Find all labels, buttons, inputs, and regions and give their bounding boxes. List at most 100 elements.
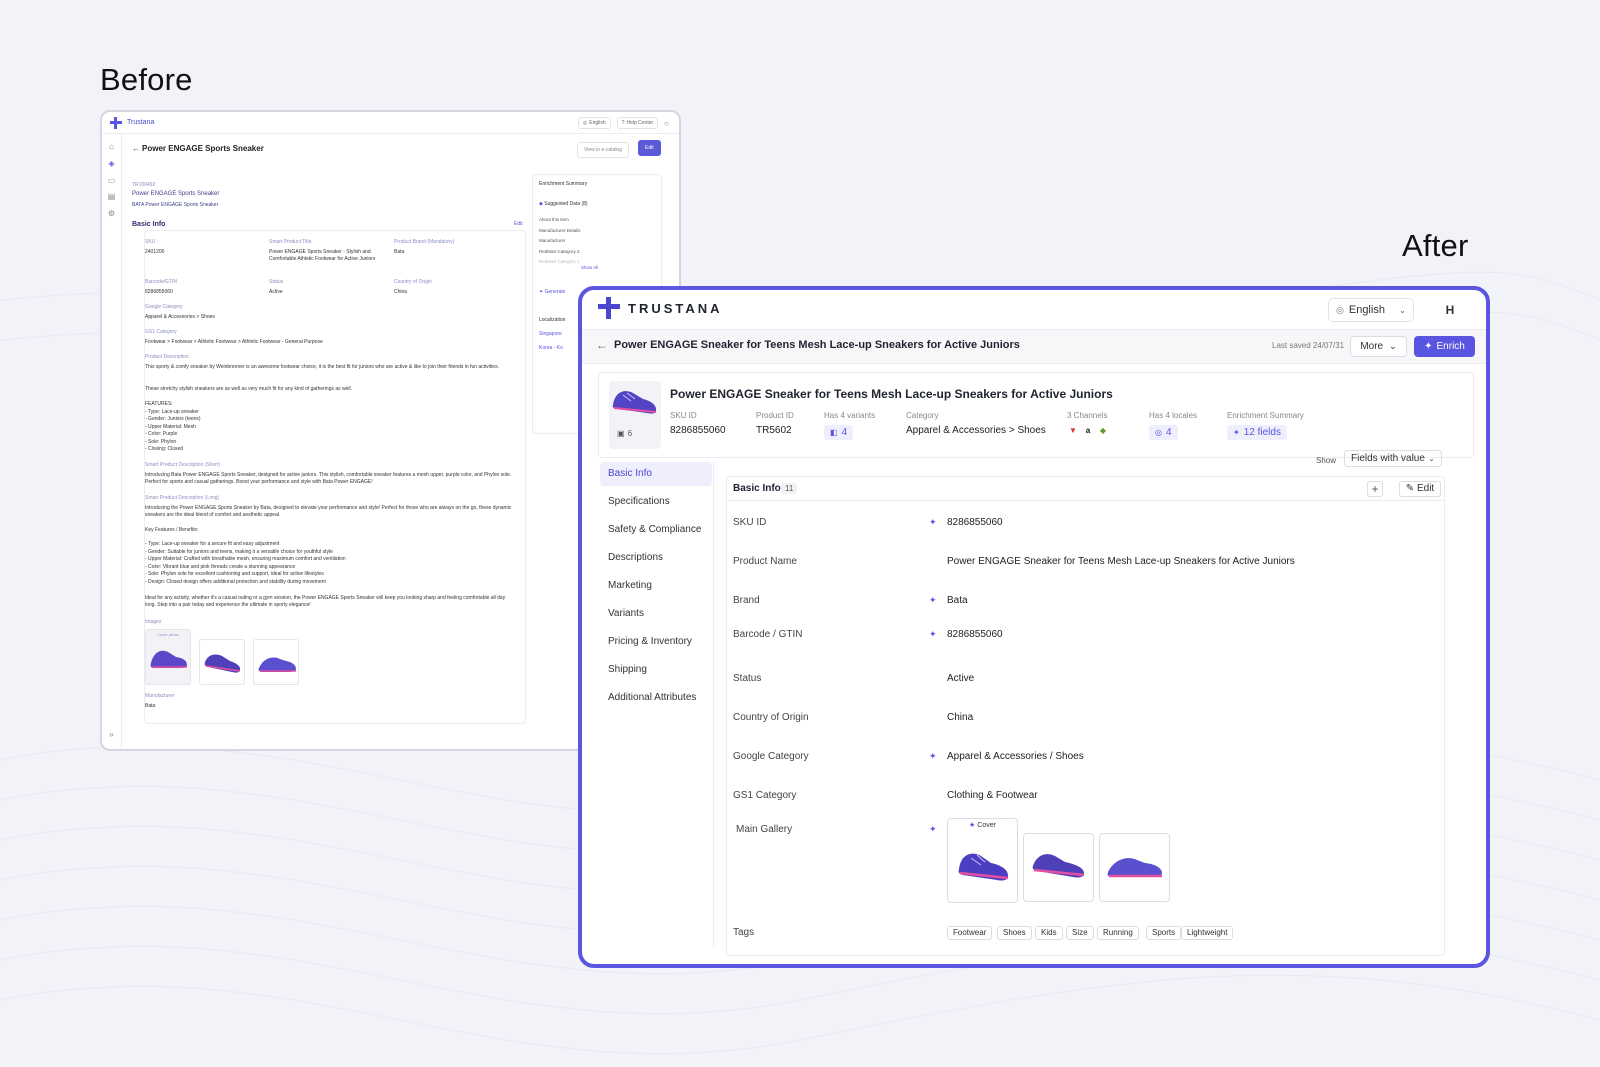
before-help-button[interactable]: ? Help Center xyxy=(616,117,659,129)
image-count: ▣ 6 xyxy=(617,429,633,438)
product-header-bar: ← Power ENGAGE Sneaker for Teens Mesh La… xyxy=(582,330,1486,364)
images-label: Images xyxy=(145,619,162,625)
back-arrow-icon[interactable]: ← xyxy=(596,338,608,352)
before-section-edit[interactable]: Edit xyxy=(514,221,523,227)
nav-variants[interactable]: Variants xyxy=(600,602,712,626)
locales-chip[interactable]: ◎ 4 xyxy=(1149,425,1178,440)
amazon-channel-icon[interactable]: a xyxy=(1082,425,1094,437)
page-title: Power ENGAGE Sneaker for Teens Mesh Lace… xyxy=(614,339,1020,351)
shoe-image xyxy=(1107,858,1162,878)
row-sku-value[interactable]: 8286855060 xyxy=(947,517,1003,528)
tag-chip[interactable]: Lightweight xyxy=(1181,926,1234,940)
locale-singapore[interactable]: Singapore xyxy=(539,331,562,337)
shoe-image xyxy=(258,657,296,672)
enrichment-chip[interactable]: ✦ 12 fields xyxy=(1227,425,1287,440)
cover-badge: ★ Cover xyxy=(969,822,996,829)
tag-chip[interactable]: Running xyxy=(1097,926,1139,940)
folder-icon[interactable]: ▭ xyxy=(107,176,116,185)
image-icon: ▣ xyxy=(617,429,625,438)
section-nav: Basic Info Specifications Safety & Compl… xyxy=(598,462,714,948)
enrichment-title: Enrichment Summary xyxy=(539,181,588,187)
gallery-image-2[interactable] xyxy=(1023,833,1094,902)
description-label: Product Description xyxy=(145,354,189,360)
nav-pricing-inventory[interactable]: Pricing & Inventory xyxy=(600,630,712,654)
before-image-cover[interactable]: Cover photo xyxy=(145,629,191,685)
help-icon: ? xyxy=(621,120,625,126)
nav-additional-attributes[interactable]: Additional Attributes xyxy=(600,686,712,710)
row-gs1-label: GS1 Category xyxy=(733,790,797,801)
chevron-down-icon: ⌄ xyxy=(1428,454,1435,463)
home-icon[interactable]: ⌂ xyxy=(107,142,116,151)
row-barcode-value[interactable]: 8286855060 xyxy=(947,629,1003,640)
tag-chip[interactable]: Sports xyxy=(1146,926,1182,940)
ai-sparkle-icon: ✦ xyxy=(929,751,937,761)
user-icon[interactable]: ○ xyxy=(664,119,669,128)
variants-chip[interactable]: ◧ 4 xyxy=(824,425,854,440)
google-category-label: Google Category xyxy=(145,304,183,310)
gallery-cover-image[interactable]: ★ Cover xyxy=(947,818,1018,903)
long-desc-p3: Ideal for any activity, whether it's a c… xyxy=(145,595,506,608)
after-heading: After xyxy=(1402,228,1469,263)
view-catalog-button[interactable]: View in e-catalog xyxy=(577,142,629,158)
row-gcat-value[interactable]: Apparel & Accessories / Shoes xyxy=(947,751,1084,762)
before-name2: BATA Power ENGAGE Sports Sneaker xyxy=(132,202,219,208)
row-tags-label: Tags xyxy=(733,927,755,938)
add-field-button[interactable]: + xyxy=(1367,481,1383,497)
shopify-channel-icon[interactable]: ◆ xyxy=(1097,425,1109,437)
expand-icon[interactable]: » xyxy=(107,730,116,739)
before-title: Power ENGAGE Sports Sneaker xyxy=(142,144,264,153)
before-edit-button[interactable]: Edit xyxy=(638,140,661,156)
show-all-link[interactable]: Show All xyxy=(581,265,598,270)
nav-shipping[interactable]: Shipping xyxy=(600,658,712,682)
enrich-button[interactable]: ✦ Enrich xyxy=(1414,336,1475,357)
sku-value: 2401200 xyxy=(145,249,165,255)
ai-sparkle-icon: ✦ xyxy=(929,629,937,639)
tag-chip[interactable]: Footwear xyxy=(947,926,993,940)
product-icon[interactable]: ◈ xyxy=(107,159,116,168)
product-thumbnail[interactable] xyxy=(609,381,661,449)
description-features: FEATURES: - Type: Lace-up sneaker - Gender… xyxy=(145,401,201,452)
more-button[interactable]: More ⌄ xyxy=(1350,336,1407,357)
meta-category: Category Apparel & Accessories > Shoes xyxy=(906,411,1046,436)
before-id: TR100492 xyxy=(132,182,156,188)
shoe-image xyxy=(1032,854,1085,878)
gallery-image-3[interactable] xyxy=(1099,833,1170,902)
tag-chip[interactable]: Size xyxy=(1066,926,1094,940)
after-topbar: TRUSTANA ◎ English ⌄ H xyxy=(582,290,1486,330)
row-brand-value[interactable]: Bata xyxy=(947,595,968,606)
fields-filter-select[interactable]: Fields with value ⌄ xyxy=(1344,450,1442,467)
lazada-channel-icon[interactable]: ▼ xyxy=(1067,425,1079,437)
row-country-value[interactable]: China xyxy=(947,712,973,723)
meta-enrichment: Enrichment Summary ✦ 12 fields xyxy=(1227,411,1304,440)
settings-icon[interactable]: ⚙ xyxy=(107,209,116,218)
nav-marketing[interactable]: Marketing xyxy=(600,574,712,598)
globe-icon: ◎ xyxy=(1336,304,1344,315)
row-status-value[interactable]: Active xyxy=(947,673,974,684)
edit-button[interactable]: ✎ Edit xyxy=(1399,481,1441,497)
before-brand: Trustana xyxy=(127,119,155,126)
before-image-2[interactable] xyxy=(199,639,245,685)
before-logo: Trustana xyxy=(110,116,155,129)
before-heading: Before xyxy=(100,62,193,97)
google-category-value: Apparel & Accessories > Shoes xyxy=(145,314,215,320)
variants-icon: ◧ xyxy=(830,428,838,437)
before-image-3[interactable] xyxy=(253,639,299,685)
tag-chip[interactable]: Kids xyxy=(1035,926,1063,940)
generate-link[interactable]: ✦ Generate xyxy=(539,289,565,295)
basic-info-card: Basic Info 11 + ✎ Edit SKU ID ✦ 82868550… xyxy=(726,476,1445,956)
nav-safety-compliance[interactable]: Safety & Compliance xyxy=(600,518,712,542)
nav-descriptions[interactable]: Descriptions xyxy=(600,546,712,570)
language-select[interactable]: ◎ English ⌄ xyxy=(1328,298,1414,322)
avatar[interactable]: H xyxy=(1440,300,1460,320)
tag-chip[interactable]: Shoes xyxy=(997,926,1032,940)
back-arrow-icon[interactable]: ← xyxy=(132,144,140,153)
row-name-value[interactable]: Power ENGAGE Sneaker for Teens Mesh Lace… xyxy=(947,556,1295,567)
trustana-logo-icon xyxy=(598,297,620,319)
row-gs1-value[interactable]: Clothing & Footwear xyxy=(947,790,1038,801)
nav-basic-info[interactable]: Basic Info xyxy=(600,462,712,486)
nav-specifications[interactable]: Specifications xyxy=(600,490,712,514)
before-lang-button[interactable]: ◎ English xyxy=(577,117,611,129)
document-icon[interactable]: ▤ xyxy=(107,192,116,201)
locale-korea[interactable]: Korea - Ko xyxy=(539,345,563,351)
suggested-data[interactable]: ◆ Suggested Data (8) xyxy=(539,201,588,207)
